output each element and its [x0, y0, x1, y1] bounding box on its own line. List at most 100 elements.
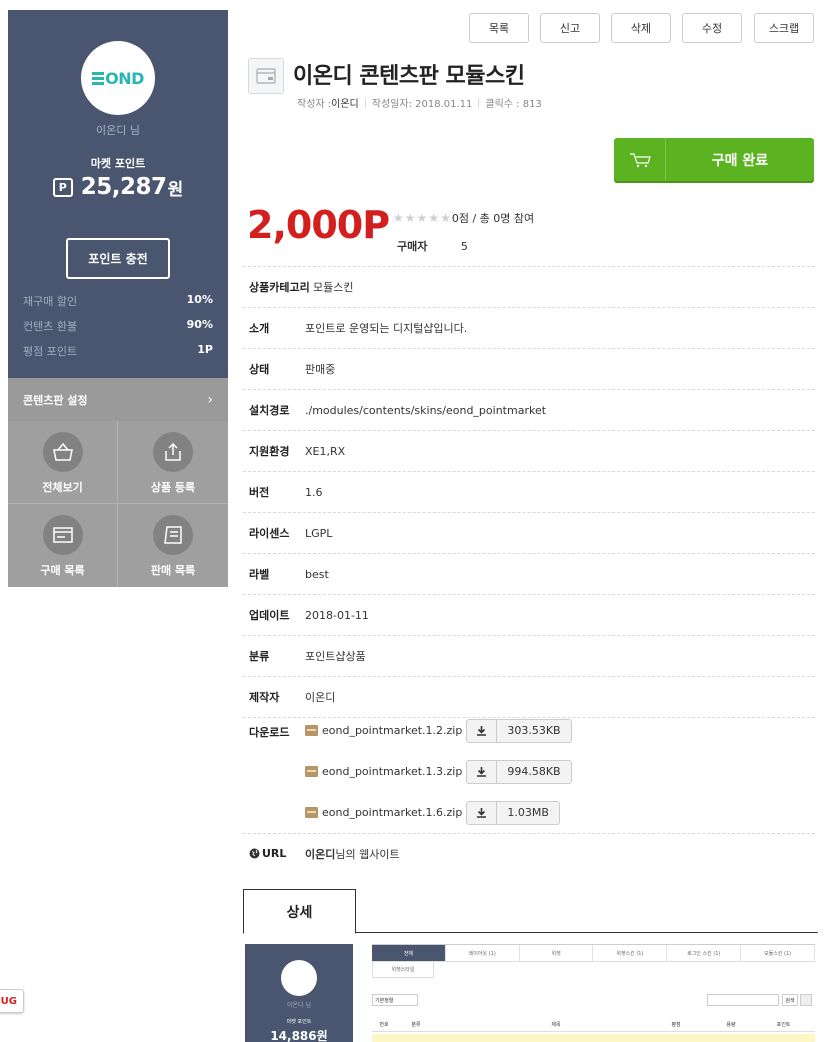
menu-label: 구매 목록 — [40, 564, 85, 577]
zip-file-icon — [305, 807, 318, 818]
file-size: 303.53KB — [507, 724, 561, 737]
info-row-version: 버전 1.6 — [243, 471, 815, 512]
website-owner: 이온디 — [305, 847, 336, 861]
card-icon — [42, 515, 83, 555]
info-row-classification: 분류 포인트샵상품 — [243, 635, 815, 676]
menu-sales-list[interactable]: 판매 목록 — [118, 504, 228, 587]
click-count: 클릭수 : 813 — [485, 99, 542, 110]
content-settings-link[interactable]: 콘텐츠판 설정 › — [8, 378, 228, 421]
info-row-category: 상품카테고리 모듈스킨 — [243, 266, 815, 307]
info-row-url: URL 이온디님의 웹사이트 — [243, 833, 815, 873]
point-charge-button[interactable]: 포인트 충전 — [66, 238, 170, 279]
info-value: 이온디 — [305, 691, 336, 704]
info-value: ./modules/contents/skins/eond_pointmarke… — [305, 403, 547, 417]
buyer-label: 구매자 — [397, 240, 428, 253]
info-label: 설치경로 — [249, 404, 290, 417]
preview-col: 번호 — [379, 1022, 389, 1028]
file-name: eond_pointmarket.1.6.zip — [322, 806, 463, 819]
menu-view-all[interactable]: 전체보기 — [8, 421, 118, 504]
website-link[interactable]: 이온디님의 웹사이트 — [305, 846, 400, 862]
info-label: 지원환경 — [249, 445, 290, 458]
info-label: 상태 — [249, 363, 270, 376]
info-label: 버전 — [249, 486, 270, 499]
cart-icon — [614, 138, 666, 181]
preview-refresh-icon — [800, 994, 812, 1006]
preview-table-header: 번호 분류 제목 평점 용량 포인트 — [372, 1018, 815, 1032]
chevron-right-icon: › — [207, 391, 213, 408]
delete-button[interactable]: 삭제 — [611, 13, 671, 43]
download-button[interactable]: 994.58KB — [466, 759, 572, 784]
scrap-button[interactable]: 스크랩 — [754, 13, 814, 43]
report-button[interactable]: 신고 — [540, 13, 600, 43]
menu-label: 판매 목록 — [150, 564, 196, 577]
preview-col: 용량 — [726, 1022, 736, 1028]
info-label: 라벨 — [249, 568, 270, 581]
info-row-environment: 지원환경 XE1,RX — [243, 430, 815, 471]
info-value: 판매중 — [305, 363, 336, 376]
info-row-license: 라이센스 LGPL — [243, 512, 815, 553]
page-title: 이온디 콘텐츠판 모듈스킨 — [293, 64, 525, 89]
stat-value: 10% — [186, 293, 213, 306]
star-icon: ★ — [404, 211, 416, 225]
preview-sort-select: 기본정렬 — [372, 994, 418, 1006]
download-file-link[interactable]: eond_pointmarket.1.2.zip — [305, 724, 462, 737]
info-row-intro: 소개 포인트로 운영되는 디지털샵입니다. — [243, 307, 815, 348]
download-file-link[interactable]: eond_pointmarket.1.3.zip — [305, 765, 462, 778]
upload-icon — [153, 432, 193, 472]
detail-tabs: 상세 — [243, 889, 818, 934]
download-file-link[interactable]: eond_pointmarket.1.6.zip — [305, 806, 462, 819]
author-name[interactable]: 이온디 — [331, 95, 359, 110]
preview-tab: 로그인 스킨 (1) — [667, 945, 742, 962]
info-value: 2018-01-11 — [305, 608, 369, 622]
info-value: LGPL — [305, 526, 333, 540]
file-size: 1.03MB — [507, 806, 549, 819]
point-badge-icon: P — [52, 177, 73, 197]
stat-label: 컨텐츠 환불 — [23, 320, 78, 333]
preview-tab: 전체 — [372, 945, 446, 962]
purchase-button-label: 구매 완료 — [711, 152, 769, 169]
info-label: 제작자 — [249, 691, 280, 704]
menu-label: 전체보기 — [42, 481, 83, 494]
preview-col: 평점 — [671, 1022, 681, 1028]
download-button[interactable]: 1.03MB — [466, 800, 560, 825]
debug-tag[interactable]: UG — [0, 989, 24, 1013]
preview-tab: 위젯스킨 (1) — [593, 945, 668, 962]
star-icon: ★ — [393, 211, 404, 225]
stat-repurchase-discount: 재구매 할인 10% — [23, 293, 213, 309]
info-row-status: 상태 판매중 — [243, 348, 815, 389]
rating-text: 0점 / 총 0명 참여 — [451, 212, 535, 225]
author-label: 작성자 : — [297, 99, 332, 110]
download-item: eond_pointmarket.1.3.zip 994.58KB — [305, 751, 572, 792]
preview-sidebar: 이온디 님 마켓 포인트 14,886원 — [245, 944, 353, 1042]
edit-button[interactable]: 수정 — [682, 13, 742, 43]
preview-tab: 위젯 — [519, 945, 594, 962]
info-value: 1.6 — [305, 485, 323, 499]
info-label: 분류 — [249, 650, 270, 663]
product-info-table: 상품카테고리 모듈스킨 소개 포인트로 운영되는 디지털샵입니다. 상태 판매중… — [243, 266, 815, 873]
info-label: 라이센스 — [249, 527, 290, 540]
zip-file-icon — [305, 725, 318, 736]
preview-market-label: 마켓 포인트 — [286, 1019, 312, 1025]
basket-icon — [42, 432, 83, 472]
tab-detail[interactable]: 상세 — [243, 889, 356, 934]
info-row-install-path: 설치경로 ./modules/contents/skins/eond_point… — [243, 389, 815, 430]
stat-rating-point: 평점 포인트 1P — [23, 343, 213, 359]
info-value: 포인트로 운영되는 디지털샵입니다. — [305, 322, 468, 335]
download-button[interactable]: 303.53KB — [466, 718, 572, 743]
info-row-download: 다운로드 eond_pointmarket.1.2.zip 303.53KB e… — [243, 717, 815, 833]
purchase-complete-button[interactable]: 구매 완료 — [614, 138, 814, 181]
menu-product-register[interactable]: 상품 등록 — [118, 421, 228, 504]
info-label: 상품카테고리 — [249, 281, 310, 294]
list-button[interactable]: 목록 — [469, 13, 529, 43]
menu-purchase-list[interactable]: 구매 목록 — [8, 504, 118, 587]
download-icon — [467, 760, 498, 783]
preview-col: 포인트 — [776, 1022, 791, 1028]
zip-file-icon — [305, 766, 318, 777]
info-value: XE1,RX — [305, 444, 346, 458]
preview-tabs: 전체 레이아웃 (1) 위젯 위젯스킨 (1) 로그인 스킨 (1) 모듈스킨 … — [372, 944, 815, 962]
download-icon — [467, 801, 498, 824]
preview-point: 14,886원 — [270, 1029, 328, 1042]
file-size: 994.58KB — [507, 765, 561, 778]
receipt-icon — [153, 515, 193, 555]
market-point-value: 25,287 — [80, 174, 167, 200]
